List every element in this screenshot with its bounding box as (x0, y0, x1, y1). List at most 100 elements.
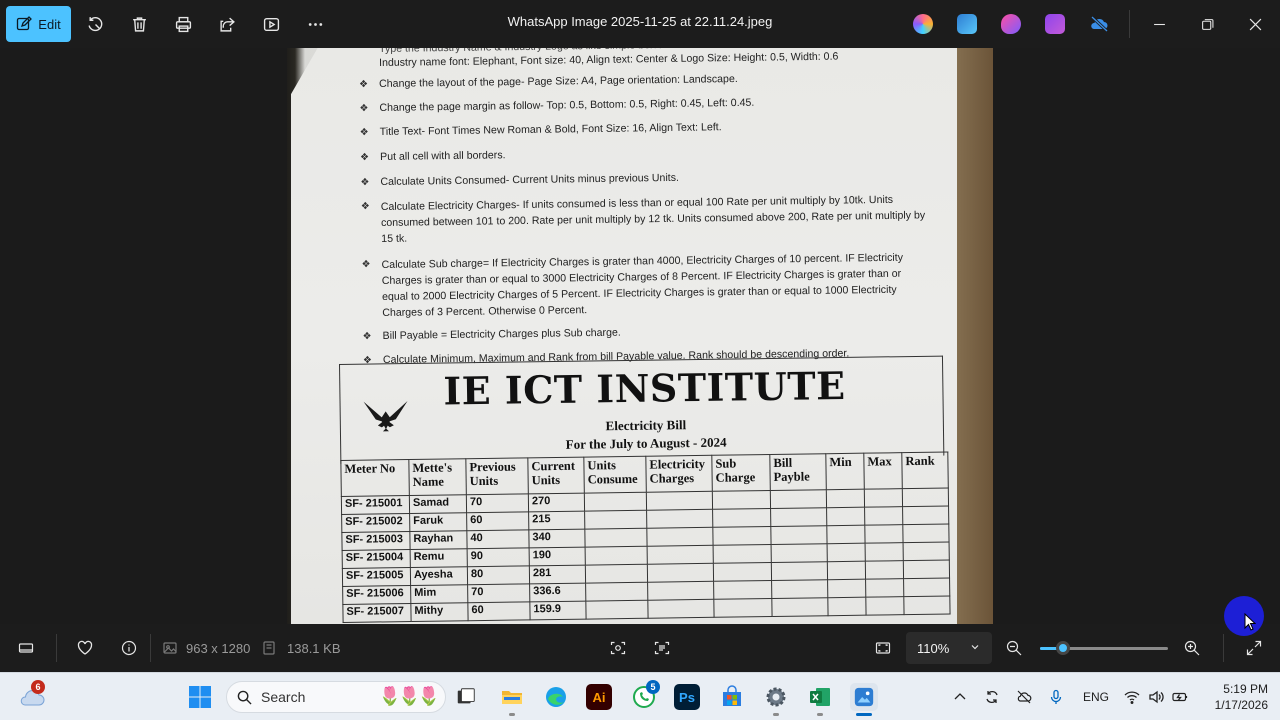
volume-tray-icon[interactable] (1148, 689, 1164, 705)
edit-button[interactable]: Edit (6, 6, 71, 42)
zoom-level-value: 110% (917, 640, 950, 656)
zoom-in-button[interactable] (1182, 638, 1202, 658)
microphone-tray-icon[interactable] (1048, 689, 1064, 705)
list-item: ❖ Change the layout of the page- Page Siz… (359, 69, 939, 92)
zoom-out-button[interactable] (1004, 638, 1024, 658)
list-item-text: Calculate Electricity Charges- If units … (380, 193, 926, 245)
system-clock[interactable]: 5:19 PM 1/17/2026 (1200, 681, 1268, 713)
filmstrip-button[interactable] (16, 638, 36, 658)
diamond-bullet-icon: ❖ (360, 152, 370, 164)
excel-button[interactable] (806, 683, 834, 711)
table-cell: 70 (466, 493, 529, 513)
image-viewer[interactable]: Type the Industry Name & Industry Logo a… (0, 48, 1280, 624)
weather-widget[interactable]: 6 (18, 680, 46, 711)
toolbar-divider (1129, 10, 1130, 38)
table-cell: 60 (467, 601, 531, 621)
input-language[interactable]: ENG (1083, 690, 1109, 704)
list-item: ❖ Put all cell with all borders. (360, 142, 940, 165)
document-page: Type the Industry Name & Industry Logo a… (291, 48, 957, 624)
table-cell: 340 (528, 529, 586, 548)
trash-icon (132, 16, 146, 32)
table-cell: 60 (466, 511, 529, 531)
table-cell: SF- 215003 (341, 531, 411, 551)
text-extract-button[interactable] (652, 638, 672, 658)
gear-icon (766, 687, 786, 707)
restore-button[interactable] (1195, 12, 1219, 36)
edge-button[interactable] (542, 683, 570, 711)
file-info-button[interactable] (119, 638, 139, 658)
visual-search-button[interactable] (608, 638, 628, 658)
start-button[interactable] (186, 683, 214, 711)
speaker-icon (1149, 690, 1164, 704)
designer-icon[interactable] (1001, 14, 1021, 34)
table-cell: Faruk (409, 512, 467, 532)
onedrive-tray-icon[interactable] (1016, 689, 1032, 705)
chevron-up-icon (954, 693, 966, 700)
table-cell: Ayesha (410, 566, 468, 586)
zoom-level-dropdown[interactable]: 110% (906, 632, 992, 664)
show-hidden-icons-button[interactable] (952, 689, 968, 705)
diamond-bullet-icon: ❖ (362, 331, 372, 343)
photo-editor-icon[interactable] (957, 14, 977, 34)
table-cell: 215 (528, 511, 585, 530)
more-options-button[interactable] (303, 12, 327, 36)
info-icon (121, 640, 137, 656)
zoom-slider-thumb[interactable] (1056, 641, 1071, 655)
file-explorer-button[interactable] (498, 683, 526, 711)
list-item-text: Calculate Units Consumed- Current Units … (380, 171, 680, 188)
illustrator-icon: Ai (592, 689, 606, 705)
expand-icon (1246, 640, 1262, 656)
fullscreen-button[interactable] (1244, 638, 1264, 658)
zoom-slider[interactable] (1040, 641, 1168, 655)
search-placeholder: Search (261, 689, 306, 705)
diamond-bullet-icon: ❖ (359, 127, 369, 139)
taskbar-search-box[interactable]: Search 🌷🌷🌷 (226, 681, 446, 713)
more-dots-icon (308, 22, 322, 26)
play-video-icon (263, 17, 279, 31)
column-header: Units Consume (583, 456, 647, 494)
window-title: WhatsApp Image 2025-11-25 at 22.11.24.jp… (507, 14, 773, 29)
battery-charging-icon (1172, 692, 1188, 702)
list-item-text: Change the page margin as follow- Top: 0… (379, 96, 755, 114)
photos-app: Edit WhatsApp Image 2025-11-25 at 22.11.… (0, 0, 1280, 672)
photos-button[interactable] (850, 683, 878, 711)
filmstrip-icon (18, 643, 34, 653)
running-indicator (817, 713, 823, 716)
sync-icon (986, 690, 998, 704)
sync-tray-icon[interactable] (984, 689, 1000, 705)
microsoft-store-button[interactable] (718, 683, 746, 711)
copilot-icon[interactable] (913, 14, 933, 34)
settings-button[interactable] (762, 683, 790, 711)
tulips-icon: 🌷🌷🌷 (378, 686, 440, 706)
delete-button[interactable] (127, 12, 151, 36)
favorite-button[interactable] (75, 638, 95, 658)
column-header: Electricity Charges (645, 455, 713, 493)
photoshop-button[interactable]: Ps (674, 684, 700, 710)
table-cell: Mim (410, 584, 468, 604)
list-item: ❖ Calculate Sub charge= If Electricity Ch… (362, 249, 931, 321)
chevron-down-icon (971, 645, 979, 650)
table-cell: 90 (467, 547, 530, 567)
fit-to-window-button[interactable] (873, 638, 893, 658)
onedrive-off-icon[interactable] (1089, 14, 1109, 34)
column-header: Min (825, 453, 865, 490)
table-cell: 40 (466, 529, 530, 549)
clipchamp-icon[interactable] (1045, 14, 1065, 34)
column-header: Rank (901, 452, 949, 489)
search-icon (237, 690, 252, 705)
close-button[interactable] (1243, 12, 1267, 36)
whatsapp-button[interactable]: 5 (630, 680, 660, 711)
share-button[interactable] (215, 12, 239, 36)
slideshow-button[interactable] (259, 12, 283, 36)
print-button[interactable] (171, 12, 195, 36)
zoom-in-icon (1184, 640, 1200, 656)
task-view-button[interactable] (452, 683, 480, 711)
list-item: ❖ Change the page margin as follow- Top: … (359, 93, 939, 116)
minimize-button[interactable] (1147, 12, 1171, 36)
windows-logo-icon (189, 686, 211, 708)
battery-tray-icon[interactable] (1172, 689, 1188, 705)
rotate-button[interactable] (83, 12, 107, 36)
illustrator-button[interactable]: Ai (586, 684, 612, 710)
wifi-tray-icon[interactable] (1124, 689, 1140, 705)
restore-icon (1201, 18, 1213, 30)
